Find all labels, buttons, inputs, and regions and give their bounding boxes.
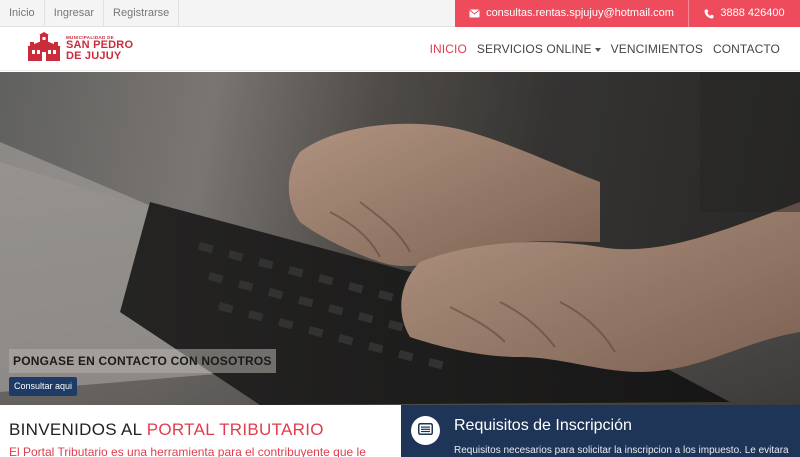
logo-text: MUNICIPALIDAD DE SAN PEDRO DE JUJUY [66, 35, 133, 63]
email-text: consultas.rentas.spjujuy@hotmail.com [486, 7, 674, 19]
envelope-icon [469, 9, 480, 18]
nav-servicios-online[interactable]: SERVICIOS ONLINE [477, 42, 601, 56]
list-document-icon [418, 422, 433, 440]
welcome-title-highlight: PORTAL TRIBUTARIO [146, 420, 324, 439]
nav-contacto[interactable]: CONTACTO [713, 42, 780, 56]
email-contact[interactable]: consultas.rentas.spjujuy@hotmail.com [455, 0, 688, 27]
top-link-registrarse[interactable]: Registrarse [104, 0, 180, 27]
top-link-ingresar[interactable]: Ingresar [45, 0, 105, 27]
nav-vencimientos[interactable]: VENCIMIENTOS [611, 42, 703, 56]
navbar: MUNICIPALIDAD DE SAN PEDRO DE JUJUY INIC… [0, 27, 800, 71]
hero-heading: PONGASE EN CONTACTO CON NOSOTROS [9, 349, 276, 373]
requisitos-text: Requisitos necesarios para solicitar la … [454, 445, 789, 456]
top-links: Inicio Ingresar Registrarse [0, 0, 180, 27]
welcome-text: El Portal Tributario es una herramienta … [9, 445, 366, 457]
top-bar: Inicio Ingresar Registrarse consultas.re… [0, 0, 800, 27]
top-contact: consultas.rentas.spjujuy@hotmail.com 388… [455, 0, 800, 27]
welcome-section: BINVENIDOS AL PORTAL TRIBUTARIO El Porta… [0, 405, 401, 457]
nav-servicios-label: SERVICIOS ONLINE [476, 42, 592, 56]
nav-inicio[interactable]: INICIO [430, 42, 467, 56]
phone-icon [704, 9, 714, 19]
welcome-title: BINVENIDOS AL PORTAL TRIBUTARIO [9, 420, 324, 440]
hero-banner: PONGASE EN CONTACTO CON NOSOTROS Consult… [0, 72, 800, 405]
requisitos-icon-circle [411, 416, 440, 445]
welcome-title-prefix: BINVENIDOS AL [9, 420, 147, 439]
main-menu: INICIO SERVICIOS ONLINE VENCIMIENTOS CON… [430, 27, 780, 71]
city-hall-icon [26, 31, 62, 67]
municipality-logo[interactable]: MUNICIPALIDAD DE SAN PEDRO DE JUJUY [26, 31, 133, 67]
top-link-inicio[interactable]: Inicio [0, 0, 45, 27]
consultar-button[interactable]: Consultar aqui [9, 377, 78, 396]
phone-contact[interactable]: 3888 426400 [688, 0, 800, 27]
phone-text: 3888 426400 [720, 7, 785, 19]
requisitos-section[interactable]: Requisitos de Inscripción Requisitos nec… [401, 405, 800, 457]
caret-down-icon [594, 47, 601, 52]
hero-heading-text: PONGASE EN CONTACTO CON NOSOTROS [13, 354, 272, 368]
requisitos-title: Requisitos de Inscripción [454, 417, 632, 434]
logo-line-3: DE JUJUY [66, 50, 122, 63]
